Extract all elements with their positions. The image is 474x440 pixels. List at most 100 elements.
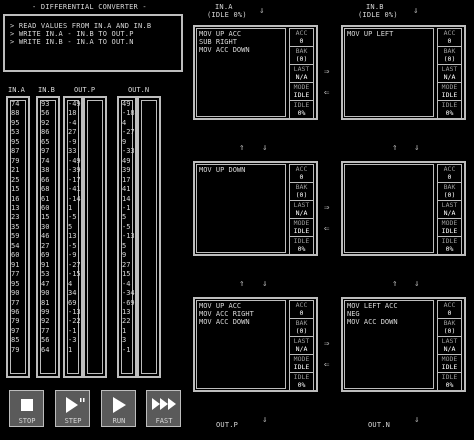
register-bak: BAK (0) bbox=[437, 182, 462, 201]
register-acc: ACC 0 bbox=[437, 28, 462, 47]
fast-button-label: FAST bbox=[155, 417, 173, 425]
register-last-label: LAST bbox=[441, 337, 458, 345]
register-mode-value: IDLE bbox=[441, 227, 458, 235]
node-code-editor[interactable]: MOV UP DOWN bbox=[196, 164, 286, 253]
register-last: LAST N/A bbox=[437, 336, 462, 355]
output-n-down-arrow-icon: ⇓ bbox=[414, 415, 420, 425]
in-b-column-header: IN.B bbox=[38, 86, 55, 94]
input-a-status: (IDLE 0%) bbox=[207, 11, 247, 19]
register-idle: IDLE 0% bbox=[289, 236, 314, 255]
out-p-expected-values: -49 18 -4 27 -9 33 -49 -39 -17 -41 -14 1… bbox=[68, 100, 81, 354]
register-mode-label: MODE bbox=[441, 219, 458, 227]
arrow-right-icon: ⇒ bbox=[324, 203, 330, 213]
arrow-down-icon: ⇓ bbox=[262, 279, 268, 289]
register-acc-label: ACC bbox=[443, 29, 456, 37]
node-code-editor[interactable] bbox=[344, 164, 434, 253]
output-p-down-arrow-icon: ⇓ bbox=[262, 415, 268, 425]
output-n-label: OUT.N bbox=[368, 421, 391, 429]
register-last-label: LAST bbox=[293, 201, 310, 209]
node-row3-right[interactable]: MOV LEFT ACC NEG MOV ACC DOWN ACC 0 BAK (0) L… bbox=[341, 297, 466, 392]
register-acc-label: ACC bbox=[295, 301, 308, 309]
register-acc-value: 0 bbox=[447, 173, 452, 181]
register-idle-label: IDLE bbox=[441, 237, 458, 245]
in-b-column: 93 56 92 86 65 97 74 38 66 68 61 60 15 3… bbox=[36, 96, 60, 378]
register-bak-label: BAK bbox=[443, 47, 456, 55]
register-bak-label: BAK bbox=[295, 183, 308, 191]
register-idle-label: IDLE bbox=[293, 101, 310, 109]
arrow-up-icon: ⇑ bbox=[239, 279, 245, 289]
arrow-left-icon: ⇐ bbox=[324, 88, 330, 98]
register-idle-value: 0% bbox=[297, 245, 306, 253]
node-row1-right[interactable]: MOV UP LEFT ACC 0 BAK (0) LAST N/A MODE IDLE IDLE… bbox=[341, 25, 466, 120]
arrow-down-icon: ⇓ bbox=[414, 143, 420, 153]
register-idle: IDLE 0% bbox=[289, 100, 314, 119]
node-code-editor[interactable]: MOV LEFT ACC NEG MOV ACC DOWN bbox=[344, 300, 434, 389]
register-acc-value: 0 bbox=[299, 173, 304, 181]
arrow-down-icon: ⇓ bbox=[414, 279, 420, 289]
register-bak-value: (0) bbox=[295, 327, 308, 335]
register-mode-label: MODE bbox=[293, 219, 310, 227]
arrow-right-icon: ⇒ bbox=[324, 67, 330, 77]
register-mode-label: MODE bbox=[293, 355, 310, 363]
register-acc: ACC 0 bbox=[289, 28, 314, 47]
node-code-editor[interactable]: MOV UP ACC MOV ACC RIGHT MOV ACC DOWN bbox=[196, 300, 286, 389]
register-idle: IDLE 0% bbox=[437, 236, 462, 255]
register-mode-label: MODE bbox=[441, 355, 458, 363]
register-bak: BAK (0) bbox=[289, 182, 314, 201]
input-b-down-arrow-icon: ⇓ bbox=[413, 6, 419, 16]
out-n-actual-column bbox=[137, 96, 161, 378]
register-bak-value: (0) bbox=[443, 327, 456, 335]
register-last: LAST N/A bbox=[289, 200, 314, 219]
in-a-column-header: IN.A bbox=[8, 86, 25, 94]
register-acc: ACC 0 bbox=[289, 300, 314, 319]
run-button-label: RUN bbox=[112, 417, 126, 425]
register-idle-value: 0% bbox=[445, 245, 454, 253]
in-b-values: 93 56 92 86 65 97 74 38 66 68 61 60 15 3… bbox=[41, 100, 50, 354]
register-mode: MODE IDLE bbox=[437, 354, 462, 373]
node-row3-left[interactable]: MOV UP ACC MOV ACC RIGHT MOV ACC DOWN ACC… bbox=[193, 297, 318, 392]
register-last-value: N/A bbox=[295, 73, 308, 81]
register-mode-value: IDLE bbox=[293, 363, 310, 371]
register-mode: MODE IDLE bbox=[289, 354, 314, 373]
register-last-label: LAST bbox=[441, 201, 458, 209]
node-code-editor[interactable]: MOV UP ACC SUB RIGHT MOV ACC DOWN bbox=[196, 28, 286, 117]
register-idle-value: 0% bbox=[445, 381, 454, 389]
register-last-label: LAST bbox=[293, 337, 310, 345]
register-last-label: LAST bbox=[441, 65, 458, 73]
register-bak-label: BAK bbox=[295, 47, 308, 55]
in-a-values: 74 88 95 53 95 87 79 21 25 15 16 13 23 3… bbox=[11, 100, 20, 354]
register-acc-label: ACC bbox=[295, 29, 308, 37]
register-mode-value: IDLE bbox=[293, 91, 310, 99]
register-mode: MODE IDLE bbox=[437, 82, 462, 101]
register-mode-label: MODE bbox=[293, 83, 310, 91]
register-mode-value: IDLE bbox=[441, 91, 458, 99]
register-idle: IDLE 0% bbox=[437, 100, 462, 119]
arrow-left-icon: ⇐ bbox=[324, 360, 330, 370]
node-code-editor[interactable]: MOV UP LEFT bbox=[344, 28, 434, 117]
register-acc: ACC 0 bbox=[437, 164, 462, 183]
node-row1-left[interactable]: MOV UP ACC SUB RIGHT MOV ACC DOWN ACC 0 BAK… bbox=[193, 25, 318, 120]
puzzle-title: - DIFFERENTIAL CONVERTER - bbox=[32, 3, 147, 11]
stop-button-label: STOP bbox=[18, 417, 36, 425]
input-a-down-arrow-icon: ⇓ bbox=[259, 6, 265, 16]
arrow-left-icon: ⇐ bbox=[324, 224, 330, 234]
node-row2-left[interactable]: MOV UP DOWN ACC 0 BAK (0) LAST N/A MODE IDLE IDLE… bbox=[193, 161, 318, 256]
register-mode-label: MODE bbox=[441, 83, 458, 91]
input-a-label: IN.A bbox=[215, 3, 233, 11]
out-n-expected-values: 49 -18 4 -27 9 -33 49 39 17 41 14 -1 5 -… bbox=[122, 100, 135, 354]
register-idle-value: 0% bbox=[297, 381, 306, 389]
description-line-2: > WRITE IN.A - IN.B TO OUT.P bbox=[10, 30, 134, 38]
out-p-column-header: OUT.P bbox=[74, 86, 96, 94]
out-p-actual-column bbox=[83, 96, 107, 378]
register-mode: MODE IDLE bbox=[437, 218, 462, 237]
register-acc: ACC 0 bbox=[437, 300, 462, 319]
register-bak-value: (0) bbox=[295, 55, 308, 63]
register-last: LAST N/A bbox=[289, 336, 314, 355]
node-row2-right[interactable]: ACC 0 BAK (0) LAST N/A MODE IDLE IDLE 0% bbox=[341, 161, 466, 256]
arrow-up-icon: ⇑ bbox=[239, 143, 245, 153]
register-bak-label: BAK bbox=[443, 319, 456, 327]
register-bak-label: BAK bbox=[443, 183, 456, 191]
register-acc-label: ACC bbox=[295, 165, 308, 173]
register-last: LAST N/A bbox=[289, 64, 314, 83]
description-panel: > READ VALUES FROM IN.A AND IN.B > WRITE… bbox=[3, 14, 183, 72]
